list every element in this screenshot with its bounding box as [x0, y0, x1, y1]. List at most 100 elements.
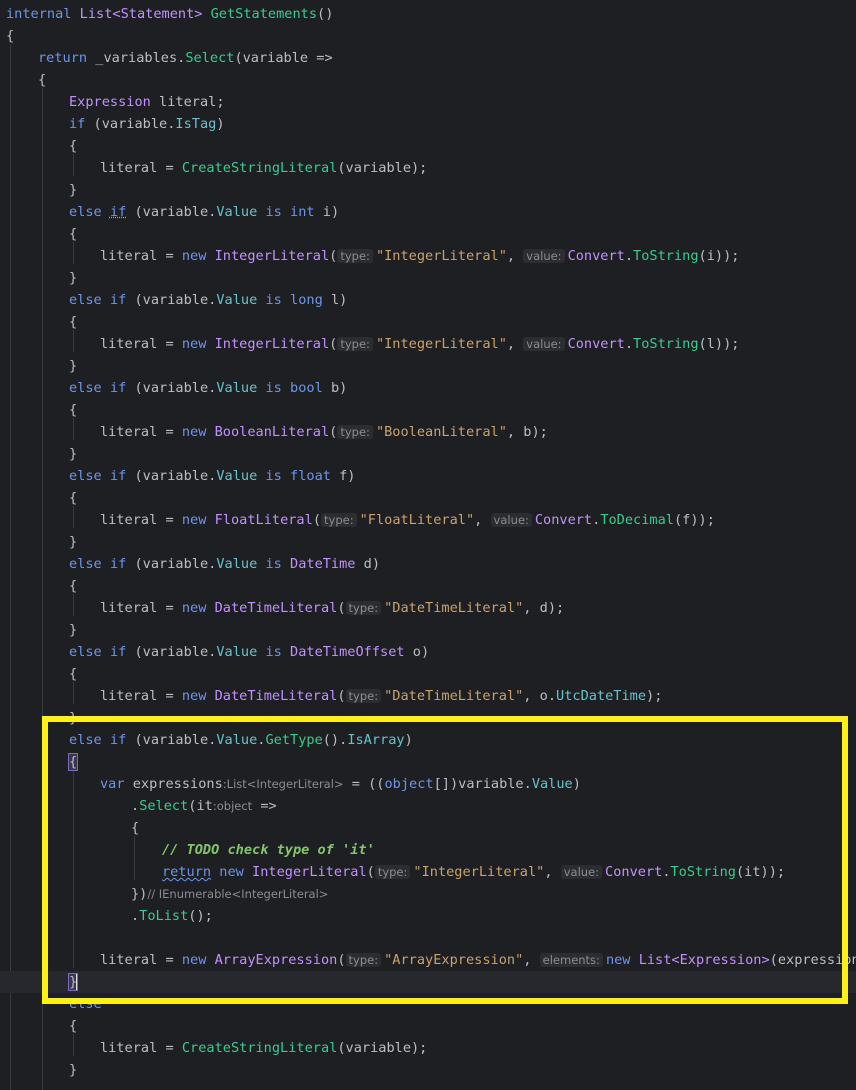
parameter-hint: type: [337, 337, 373, 351]
code-text: b) [322, 380, 348, 396]
indent-guide [73, 1034, 74, 1056]
code-text: (i)); [698, 248, 740, 264]
code-line: } [69, 267, 77, 289]
type-name: DateTimeLiteral [214, 600, 338, 616]
code-text: (expressions)); [769, 952, 856, 968]
code-text: , o. [523, 688, 557, 704]
code-line: literal = CreateStringLiteral(variable); [100, 1037, 427, 1059]
parameter-hint: type: [337, 425, 373, 439]
code-line: return new IntegerLiteral(type: "IntegerL… [162, 864, 786, 880]
type-name: Convert [567, 336, 625, 352]
string-literal: "IntegerLiteral" [413, 864, 545, 880]
code-line: literal = new IntegerLiteral(type: "Integ… [100, 248, 740, 264]
matched-brace: { [67, 753, 79, 771]
code-text: (variable => [234, 50, 333, 66]
code-text: literal = [100, 336, 182, 352]
indent-guide [73, 418, 74, 440]
keyword: else [69, 732, 102, 748]
brace: { [69, 314, 78, 330]
code-text: (f)); [673, 512, 715, 528]
code-text: () [317, 6, 334, 22]
keyword: new [181, 512, 207, 528]
keyword: new [181, 600, 207, 616]
code-text: literal; [150, 94, 225, 110]
code-text: o) [404, 644, 430, 660]
brace: } [69, 270, 78, 286]
code-line: { [67, 751, 79, 773]
code-line: } [69, 531, 77, 553]
code-line: .Select(it:object => [131, 795, 277, 817]
type-hint: :object [212, 799, 253, 813]
property-name: IsTag [175, 116, 217, 132]
keyword: is [265, 204, 282, 220]
current-line-highlight [0, 971, 856, 993]
method-name: ToString [670, 864, 736, 880]
code-line: literal = CreateStringLiteral(variable); [100, 157, 427, 179]
brace: } [69, 182, 78, 198]
code-line: { [69, 487, 77, 509]
keyword: new [181, 688, 207, 704]
indent-guide [73, 242, 74, 264]
keyword: if [109, 556, 127, 572]
parameter-hint: type: [345, 601, 382, 615]
code-line: } [69, 619, 77, 641]
code-text: (variable); [337, 160, 428, 176]
code-line: } [69, 707, 77, 729]
type-name: DateTimeLiteral [214, 688, 338, 704]
code-text: (it)); [735, 864, 786, 880]
code-text: literal = [100, 600, 182, 616]
property-name: Value [216, 644, 258, 660]
code-text: d) [355, 556, 381, 572]
keyword: is [265, 292, 282, 308]
code-line: return _variables.Select(variable => [38, 47, 333, 69]
code-text: (variable. [126, 204, 217, 220]
keyword: if [109, 644, 127, 660]
keyword: else [69, 468, 102, 484]
type-name: FloatLiteral [214, 512, 313, 528]
type-name: BooleanLiteral [214, 424, 330, 440]
code-line: else if (variable.Value is DateTime d) [69, 553, 380, 575]
brace: } [69, 1062, 78, 1078]
keyword: internal [6, 6, 72, 22]
type-name: ArrayExpression [214, 952, 338, 968]
property-name: Value [531, 776, 573, 792]
keyword: is [265, 468, 282, 484]
brace: } [69, 710, 78, 726]
type-name: IntegerLiteral [252, 864, 367, 880]
code-line: if (variable.IsTag) [69, 113, 225, 135]
keyword: if [109, 380, 127, 396]
code-text: (variable. [126, 732, 217, 748]
keyword: else [69, 644, 102, 660]
code-text: literal = [100, 512, 182, 528]
code-text: (variable. [126, 292, 217, 308]
code-text: (l)); [698, 336, 740, 352]
code-line: } [69, 179, 77, 201]
brace: { [69, 490, 78, 506]
parameter-hint: elements: [539, 953, 603, 967]
code-line: { [131, 817, 139, 839]
code-line: literal = new IntegerLiteral(type: "Integ… [100, 336, 740, 352]
code-line: { [69, 311, 77, 333]
type-name: DateTime [290, 556, 356, 572]
property-name: Value [216, 468, 258, 484]
code-text: literal = [100, 952, 182, 968]
code-text: }) [131, 886, 148, 902]
code-line: literal = new FloatLiteral(type: "FloatLi… [100, 512, 715, 528]
code-line: else if (variable.Value.GetType().IsArra… [69, 729, 413, 751]
code-text: (); [188, 908, 213, 924]
brace: } [69, 534, 78, 550]
keyword: return [162, 864, 212, 880]
text-cursor [76, 973, 79, 991]
parameter-hint: value: [560, 865, 603, 879]
code-text: (variable. [85, 116, 176, 132]
code-line: } [69, 1059, 77, 1081]
code-line: var expressions:List<IntegerLiteral> = (… [100, 773, 581, 795]
keyword: new [181, 336, 207, 352]
keyword: long [290, 292, 323, 308]
brace: { [69, 1018, 78, 1034]
code-editor[interactable]: internal List<Statement> GetStatements()… [0, 0, 856, 1090]
code-text: . [131, 798, 140, 814]
todo-comment: // TODO check type of 'it' [162, 842, 375, 858]
code-text: [])variable. [433, 776, 532, 792]
method-name: ToDecimal [600, 512, 674, 528]
